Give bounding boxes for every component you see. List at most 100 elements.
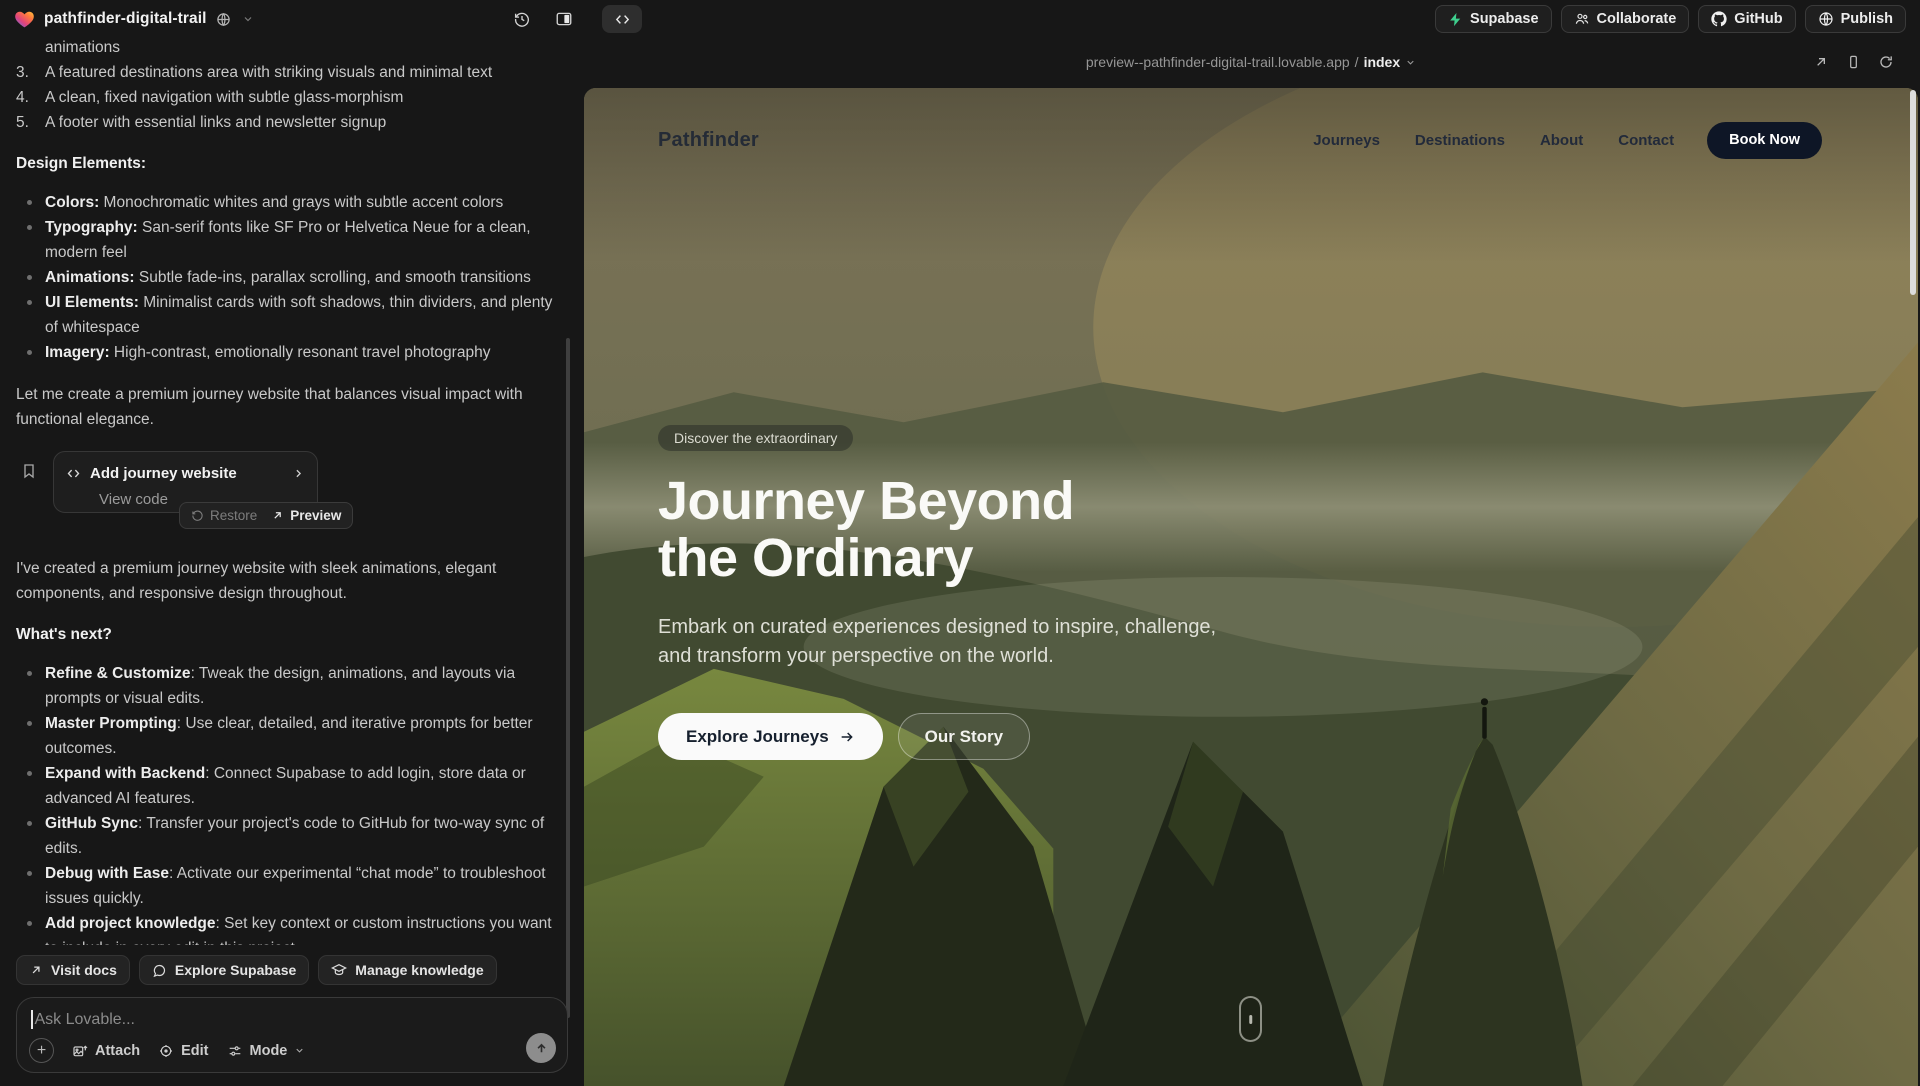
arrow-up-right-icon xyxy=(29,963,43,977)
top-bar-actions: Supabase Collaborate GitHub Publish xyxy=(1435,5,1906,33)
numbered-list: 3.A featured destinations area with stri… xyxy=(16,60,560,135)
nav-journeys[interactable]: Journeys xyxy=(1313,132,1380,149)
text-caret xyxy=(31,1010,33,1029)
supabase-bolt-icon xyxy=(1448,12,1463,27)
code-view-toggle[interactable] xyxy=(602,5,642,33)
next-bullets: Refine & Customize: Tweak the design, an… xyxy=(16,661,560,945)
mode-selector[interactable]: Mode xyxy=(227,1043,306,1059)
lovable-heart-logo xyxy=(14,9,35,30)
list-item: Typography: San-serif fonts like SF Pro … xyxy=(16,215,560,265)
hero-badge: Discover the extraordinary xyxy=(658,425,853,451)
book-now-button[interactable]: Book Now xyxy=(1707,122,1822,159)
add-button[interactable]: + xyxy=(29,1038,54,1063)
arrow-up-icon xyxy=(534,1041,549,1056)
site-logo[interactable]: Pathfinder xyxy=(658,129,759,152)
globe-icon xyxy=(1818,11,1834,27)
chat-scrollbar[interactable] xyxy=(566,338,570,1018)
chat-input[interactable]: Ask Lovable... xyxy=(35,1011,136,1029)
preview-button[interactable]: Preview xyxy=(271,503,341,528)
code-icon xyxy=(66,466,81,481)
refresh-icon[interactable] xyxy=(1878,54,1894,70)
view-controls xyxy=(508,0,642,38)
hero-subtext: Embark on curated experiences designed t… xyxy=(658,613,1248,671)
artifact-title: Add journey website xyxy=(90,461,283,486)
design-bullets: Colors: Monochromatic whites and grays w… xyxy=(16,190,560,365)
published-globe-icon xyxy=(216,12,231,27)
send-button[interactable] xyxy=(526,1033,556,1063)
lovable-app-window: pathfinder-digital-trail Supabase Collab… xyxy=(0,0,1920,1086)
hero-cta-row: Explore Journeys Our Story xyxy=(658,713,1298,760)
list-item: Colors: Monochromatic whites and grays w… xyxy=(16,190,560,215)
manage-knowledge-button[interactable]: Manage knowledge xyxy=(318,955,496,985)
chevron-down-icon xyxy=(294,1045,305,1056)
graduation-cap-icon xyxy=(331,962,347,978)
lead-paragraph: Let me create a premium journey website … xyxy=(16,382,560,432)
open-external-icon[interactable] xyxy=(1813,54,1829,70)
preview-panel: preview--pathfinder-digital-trail.lovabl… xyxy=(582,38,1920,1086)
preview-url[interactable]: preview--pathfinder-digital-trail.lovabl… xyxy=(1086,54,1416,70)
design-elements-heading: Design Elements: xyxy=(16,151,560,176)
site-preview: Pathfinder Journeys Destinations About C… xyxy=(584,88,1918,1086)
site-nav: Journeys Destinations About Contact xyxy=(1313,132,1674,149)
summary-paragraph: I've created a premium journey website w… xyxy=(16,556,560,606)
list-item: 5.A footer with essential links and news… xyxy=(16,110,560,135)
edit-button[interactable]: Edit xyxy=(158,1043,208,1059)
visit-docs-button[interactable]: Visit docs xyxy=(16,955,130,985)
history-button[interactable] xyxy=(508,5,536,33)
restore-button[interactable]: Restore xyxy=(191,503,257,528)
restore-icon xyxy=(191,509,204,522)
github-icon xyxy=(1711,11,1727,27)
nav-about[interactable]: About xyxy=(1540,132,1583,149)
supabase-button[interactable]: Supabase xyxy=(1435,5,1552,33)
chat-panel: animations 3.A featured destinations are… xyxy=(0,38,582,1086)
preview-scrollbar[interactable] xyxy=(1910,90,1916,295)
restore-preview-bar: Restore Preview xyxy=(179,502,353,529)
attach-button[interactable]: Attach xyxy=(72,1043,140,1059)
list-item: 3.A featured destinations area with stri… xyxy=(16,60,560,85)
composer-toolbar: + Attach Edit Mode xyxy=(29,1038,305,1063)
nav-destinations[interactable]: Destinations xyxy=(1415,132,1505,149)
list-item: 4.A clean, fixed navigation with subtle … xyxy=(16,85,560,110)
bookmark-icon[interactable] xyxy=(21,462,37,480)
list-item: Expand with Backend: Connect Supabase to… xyxy=(16,761,560,811)
explore-journeys-button[interactable]: Explore Journeys xyxy=(658,713,883,760)
explore-supabase-button[interactable]: Explore Supabase xyxy=(139,955,309,985)
whats-next-heading: What's next? xyxy=(16,622,560,647)
mobile-view-icon[interactable] xyxy=(1846,54,1861,70)
preview-url-bar: preview--pathfinder-digital-trail.lovabl… xyxy=(582,38,1920,86)
artifact-block: Add journey website View code Restore Pr… xyxy=(16,451,560,539)
collaborate-button[interactable]: Collaborate xyxy=(1561,5,1690,33)
image-attach-icon xyxy=(72,1043,88,1059)
project-menu[interactable]: pathfinder-digital-trail xyxy=(14,9,254,30)
quick-actions-row: Visit docs Explore Supabase Manage knowl… xyxy=(0,955,582,985)
chat-partial-line: animations xyxy=(16,38,560,60)
top-bar: pathfinder-digital-trail Supabase Collab… xyxy=(0,0,1920,38)
chevron-down-icon[interactable] xyxy=(242,13,254,25)
list-item: UI Elements: Minimalist cards with soft … xyxy=(16,290,560,340)
github-button[interactable]: GitHub xyxy=(1698,5,1795,33)
nav-contact[interactable]: Contact xyxy=(1618,132,1674,149)
panel-layout-button[interactable] xyxy=(550,5,578,33)
site-header: Pathfinder Journeys Destinations About C… xyxy=(584,88,1918,192)
list-item: Imagery: High-contrast, emotionally reso… xyxy=(16,340,560,365)
target-icon xyxy=(158,1043,174,1059)
chevron-down-icon xyxy=(1405,57,1416,68)
hero-content: Discover the extraordinary Journey Beyon… xyxy=(658,425,1298,760)
chevron-right-icon xyxy=(292,467,305,480)
our-story-button[interactable]: Our Story xyxy=(898,713,1030,760)
chat-composer[interactable]: Ask Lovable... + Attach Edit Mode xyxy=(16,997,568,1073)
list-item: Master Prompting: Use clear, detailed, a… xyxy=(16,711,560,761)
publish-button[interactable]: Publish xyxy=(1805,5,1906,33)
arrow-up-right-icon xyxy=(271,509,284,522)
preview-controls xyxy=(1813,54,1894,70)
chat-messages[interactable]: animations 3.A featured destinations are… xyxy=(0,38,582,945)
list-item: GitHub Sync: Transfer your project's cod… xyxy=(16,811,560,861)
sliders-icon xyxy=(227,1043,243,1059)
list-item: Add project knowledge: Set key context o… xyxy=(16,911,560,945)
people-icon xyxy=(1574,11,1590,27)
chat-bubble-icon xyxy=(152,963,167,978)
hero-headline: Journey Beyond the Ordinary xyxy=(658,473,1298,587)
list-item: Animations: Subtle fade-ins, parallax sc… xyxy=(16,265,560,290)
scroll-indicator-mouse xyxy=(1239,996,1262,1042)
arrow-right-icon xyxy=(839,729,855,745)
